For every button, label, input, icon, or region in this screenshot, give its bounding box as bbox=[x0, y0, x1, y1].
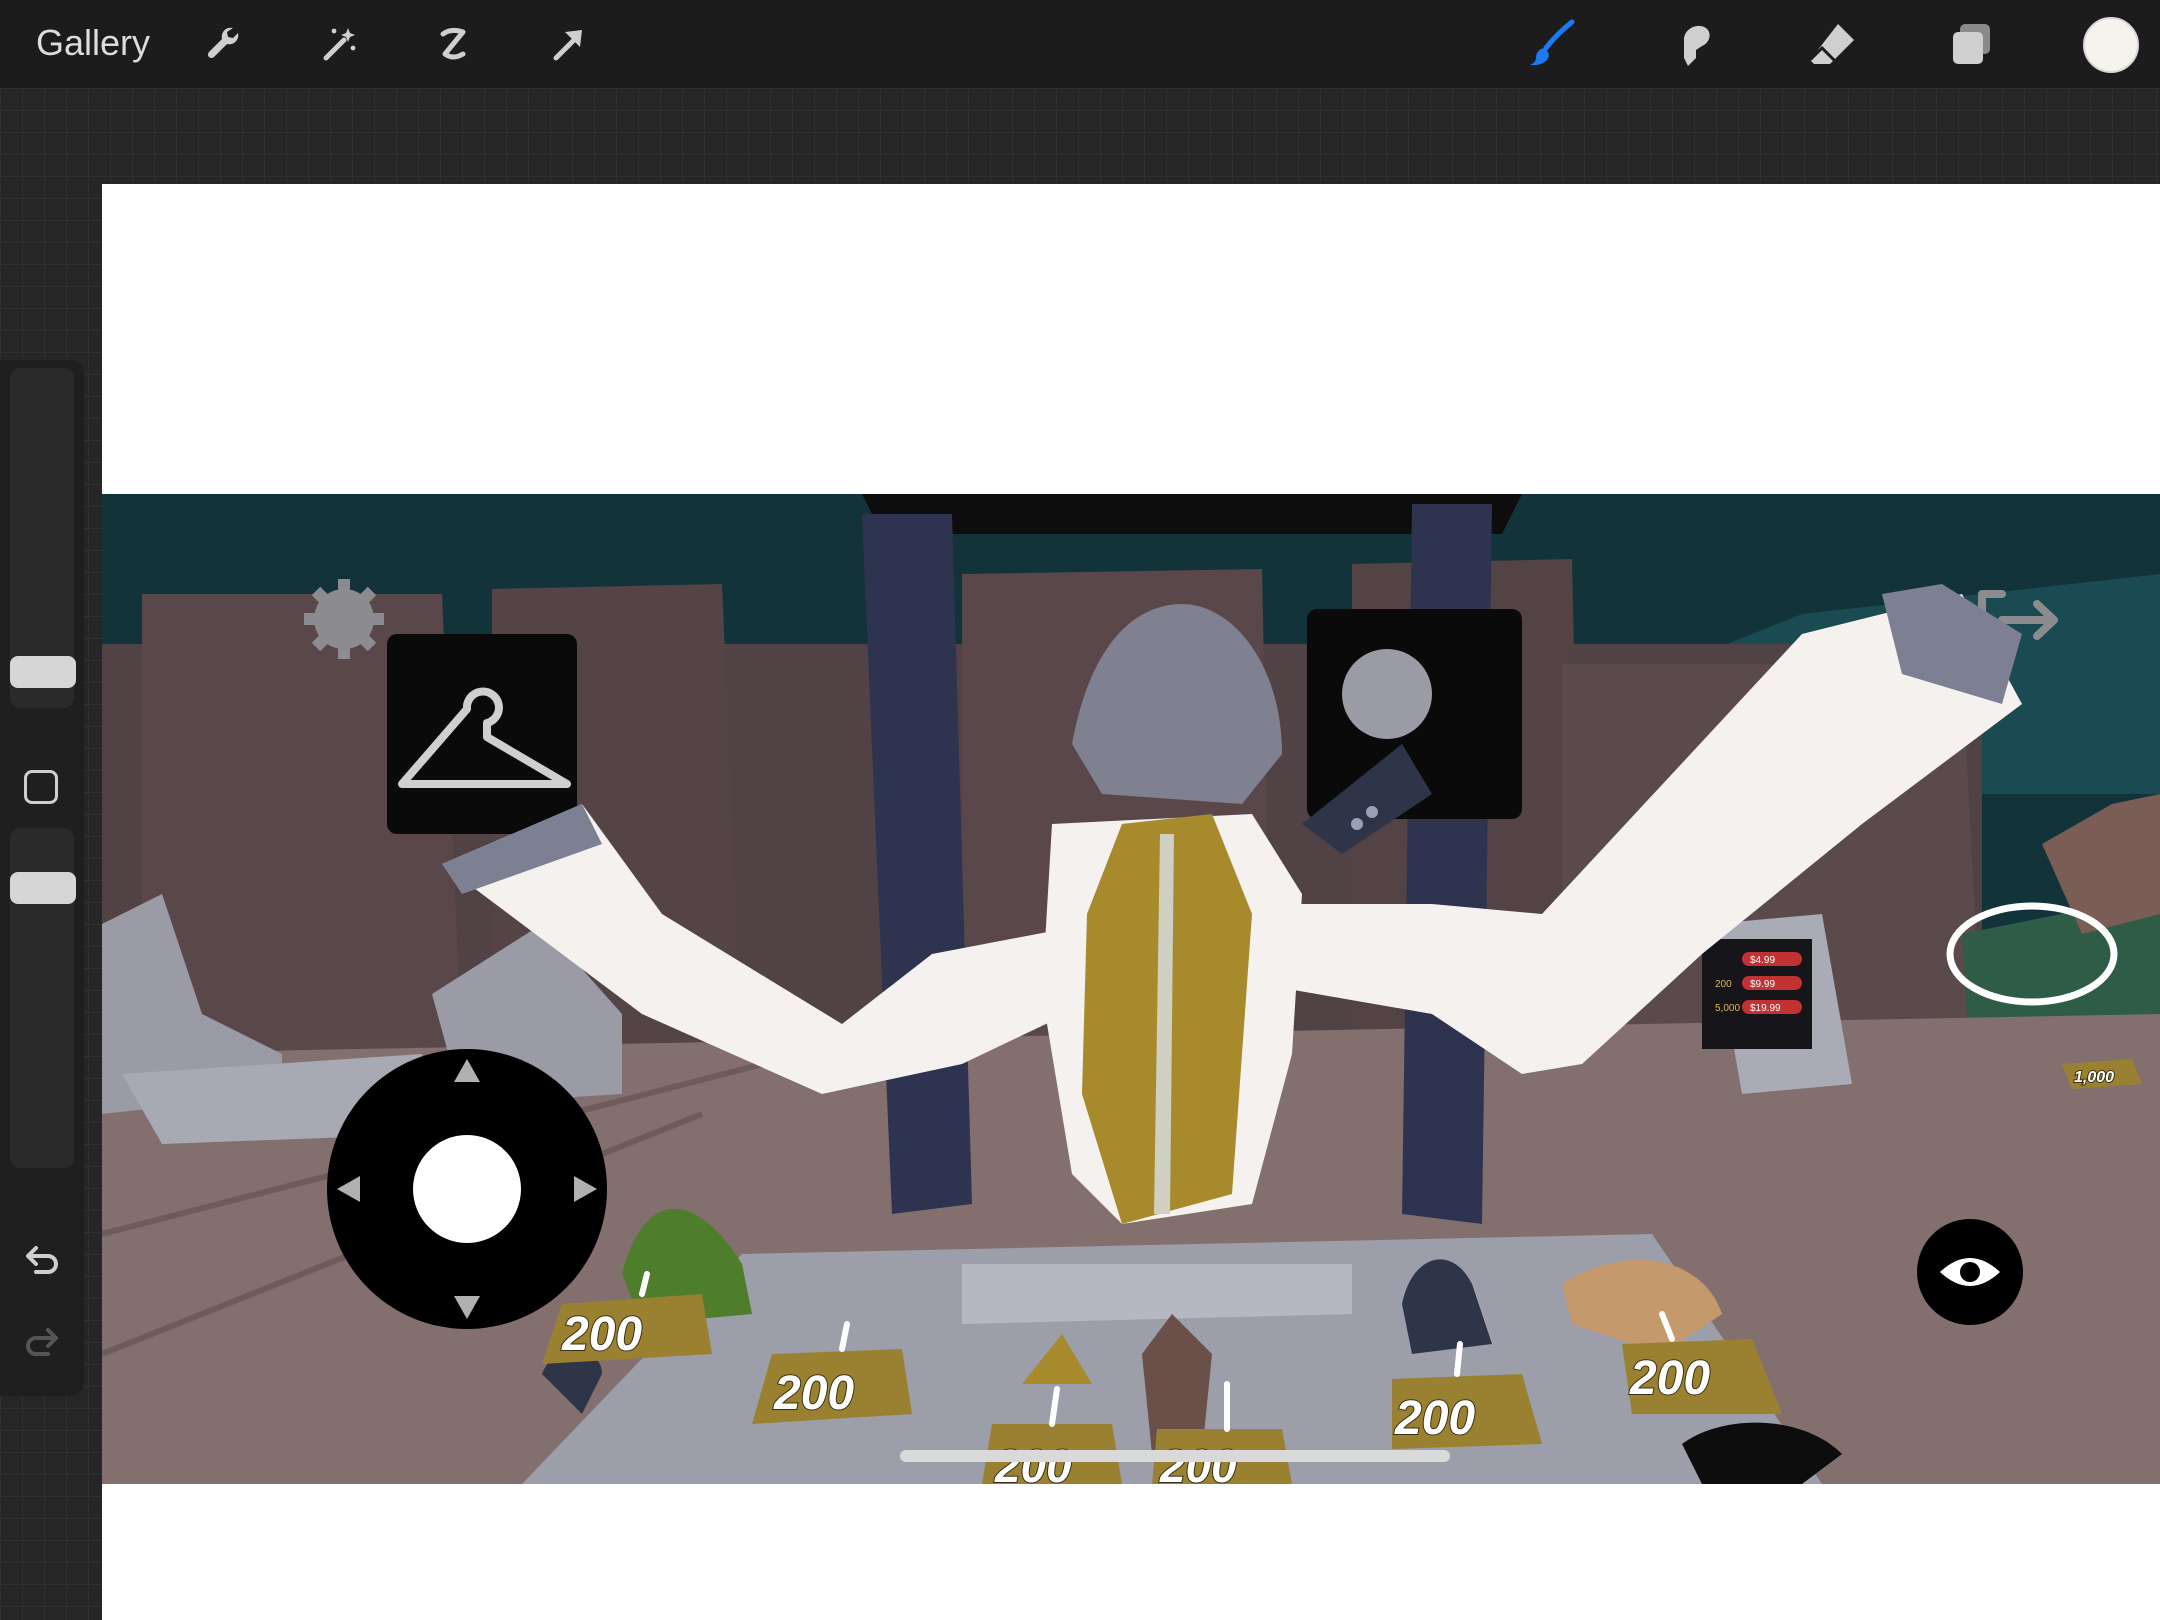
gallery-button[interactable]: Gallery bbox=[36, 22, 150, 64]
machine-price-2: $9.99 bbox=[1750, 979, 1775, 990]
price-tag-2: 200 bbox=[773, 1367, 854, 1420]
redo-icon[interactable] bbox=[20, 1322, 64, 1366]
price-tag-4: 200 bbox=[1159, 1440, 1237, 1484]
transform-arrow-icon[interactable] bbox=[538, 14, 598, 74]
opacity-handle[interactable] bbox=[10, 872, 76, 904]
machine-label-2: 5,000 bbox=[1715, 1003, 1740, 1014]
modify-button[interactable] bbox=[24, 770, 58, 804]
machine-label-1: 200 bbox=[1715, 979, 1732, 990]
eraser-icon[interactable] bbox=[1802, 14, 1862, 74]
brush-size-handle[interactable] bbox=[10, 656, 76, 688]
settings-gear-icon bbox=[304, 579, 384, 659]
home-indicator bbox=[900, 1450, 1450, 1462]
wrench-icon[interactable] bbox=[193, 14, 253, 74]
top-toolbar: Gallery bbox=[0, 0, 2160, 88]
machine-price-3: $19.99 bbox=[1750, 1003, 1781, 1014]
layers-icon[interactable] bbox=[1942, 14, 2002, 74]
price-tag-3: 200 bbox=[994, 1440, 1072, 1484]
smudge-icon[interactable] bbox=[1662, 14, 1722, 74]
camera-eye-button bbox=[1917, 1219, 2023, 1325]
price-tag-1: 200 bbox=[561, 1308, 642, 1361]
brush-icon[interactable] bbox=[1522, 14, 1582, 74]
price-tag-6: 200 bbox=[1629, 1352, 1710, 1405]
price-tag-5: 200 bbox=[1394, 1392, 1475, 1445]
magic-wand-icon[interactable] bbox=[308, 14, 368, 74]
bg-price-tag: 1,000 bbox=[2074, 1069, 2114, 1086]
virtual-joystick bbox=[327, 1049, 607, 1329]
selection-icon[interactable] bbox=[423, 14, 483, 74]
left-sidebar bbox=[0, 360, 84, 1396]
drawing-canvas[interactable]: $4.99 $9.99 $19.99 200 5,000 1,000 200 2… bbox=[102, 184, 2160, 1620]
color-picker-swatch[interactable] bbox=[2083, 17, 2139, 73]
game-screenshot-layer: $4.99 $9.99 $19.99 200 5,000 1,000 200 2… bbox=[102, 494, 2160, 1484]
machine-price-1: $4.99 bbox=[1750, 955, 1775, 966]
undo-icon[interactable] bbox=[20, 1240, 64, 1284]
